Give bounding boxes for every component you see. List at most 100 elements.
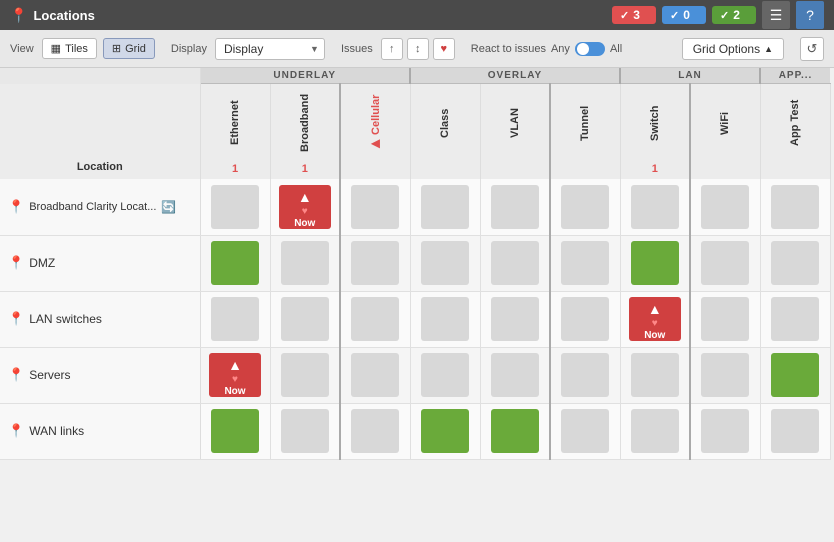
cell-servers-switch[interactable] (620, 347, 690, 403)
table-row: 📍 DMZ (0, 235, 830, 291)
grid-icon: ⊞ (112, 42, 121, 55)
check-icon-red: ✓ (620, 9, 629, 22)
cell-servers-broadband[interactable] (270, 347, 340, 403)
menu-icon[interactable]: ☰ (762, 1, 790, 29)
cell-lan-class[interactable] (410, 291, 480, 347)
toolbar: View ▦ Tiles ⊞ Grid Display Display Seve… (0, 30, 834, 68)
grid-options-button[interactable]: Grid Options ▲ (682, 38, 784, 60)
cell-dmz-apptest[interactable] (760, 235, 830, 291)
cell-lan-ethernet[interactable] (200, 291, 270, 347)
location-cell-lan: 📍 LAN switches (0, 291, 200, 347)
cell-lan-tunnel[interactable] (550, 291, 620, 347)
tiles-icon: ▦ (51, 42, 61, 55)
cell-lan-switch[interactable]: ▲ ♥ Now (620, 291, 690, 347)
toggle-knob (577, 43, 589, 55)
badge-issues-0[interactable]: ✓ 0 (662, 6, 706, 24)
cell-broadband-cellular[interactable] (340, 179, 410, 235)
cell-dmz-cellular[interactable] (340, 235, 410, 291)
cell-broadband-wifi[interactable] (690, 179, 760, 235)
cell-wan-ethernet[interactable] (200, 403, 270, 459)
issue-both-icon[interactable]: ↕ (407, 38, 429, 60)
check-icon-blue: ✓ (670, 9, 679, 22)
cell-dmz-ethernet[interactable] (200, 235, 270, 291)
data-grid: UNDERLAY OVERLAY LAN APP... Location (0, 68, 831, 460)
display-label: Display (171, 43, 207, 55)
location-column-header: Location (0, 84, 200, 180)
cell-dmz-wifi[interactable] (690, 235, 760, 291)
cell-wan-wifi[interactable] (690, 403, 760, 459)
cell-lan-apptest[interactable] (760, 291, 830, 347)
cell-servers-tunnel[interactable] (550, 347, 620, 403)
cell-servers-cellular[interactable] (340, 347, 410, 403)
location-icon: 📍 (10, 7, 27, 24)
col-header-class: Class (410, 84, 480, 180)
header-title: Locations (33, 8, 94, 23)
pin-icon-broadband: 📍 (8, 199, 24, 215)
cell-broadband-switch[interactable] (620, 179, 690, 235)
pin-icon-servers: 📍 (8, 367, 24, 383)
header-bar: 📍 Locations ✓ 3 ✓ 0 ✓ 2 ☰ ? (0, 0, 834, 30)
cell-wan-apptest[interactable] (760, 403, 830, 459)
cell-lan-broadband[interactable] (270, 291, 340, 347)
cell-broadband-vlan[interactable] (480, 179, 550, 235)
cell-wan-broadband[interactable] (270, 403, 340, 459)
cell-lan-cellular[interactable] (340, 291, 410, 347)
issues-section: Issues ↑ ↕ ♥ (341, 38, 455, 60)
check-icon-green: ✓ (720, 9, 729, 22)
cell-dmz-tunnel[interactable] (550, 235, 620, 291)
badge-issues-3[interactable]: ✓ 3 (612, 6, 656, 24)
cell-wan-cellular[interactable] (340, 403, 410, 459)
table-row: 📍 Broadband Clarity Locat... 🔄 ▲ ♥ Now (0, 179, 830, 235)
col-header-ethernet: Ethernet 1 (200, 84, 270, 180)
chevron-up-icon: ▲ (764, 44, 773, 54)
col-header-switch: Switch 1 (620, 84, 690, 180)
refresh-button[interactable]: ↺ (800, 37, 824, 61)
col-header-tunnel: Tunnel (550, 84, 620, 180)
cell-servers-ethernet[interactable]: ▲ ♥ Now (200, 347, 270, 403)
display-select-wrapper: Display Severity Count (215, 38, 325, 60)
sync-icon: 🔄 (161, 200, 176, 214)
grid-label: Grid (125, 43, 146, 55)
cell-dmz-vlan[interactable] (480, 235, 550, 291)
cell-broadband-class[interactable] (410, 179, 480, 235)
cell-dmz-switch[interactable] (620, 235, 690, 291)
cell-broadband-broadband[interactable]: ▲ ♥ Now (270, 179, 340, 235)
cell-wan-class[interactable] (410, 403, 480, 459)
cell-servers-wifi[interactable] (690, 347, 760, 403)
col-header-cellular: ▶ Cellular (340, 84, 410, 180)
grid-area: UNDERLAY OVERLAY LAN APP... Location (0, 68, 834, 460)
cell-wan-switch[interactable] (620, 403, 690, 459)
issue-heart-icon[interactable]: ♥ (433, 38, 455, 60)
cell-broadband-tunnel[interactable] (550, 179, 620, 235)
grid-button[interactable]: ⊞ Grid (103, 38, 155, 59)
grid-options-label: Grid Options (693, 42, 760, 56)
cell-broadband-ethernet[interactable] (200, 179, 270, 235)
col-header-broadband: Broadband 1 (270, 84, 340, 180)
display-section: Display Display Severity Count (171, 38, 325, 60)
issue-up-icon[interactable]: ↑ (381, 38, 403, 60)
display-select[interactable]: Display Severity Count (215, 38, 325, 60)
app-root: 📍 Locations ✓ 3 ✓ 0 ✓ 2 ☰ ? View ▦ Tiles (0, 0, 834, 460)
table-row: 📍 Servers ▲ ♥ Now (0, 347, 830, 403)
cell-lan-wifi[interactable] (690, 291, 760, 347)
badge-issues-2[interactable]: ✓ 2 (712, 6, 756, 24)
react-label: React to issues (471, 43, 546, 55)
cell-lan-vlan[interactable] (480, 291, 550, 347)
view-label: View (10, 43, 34, 55)
tiles-button[interactable]: ▦ Tiles (42, 38, 97, 59)
lan-section-header: LAN (620, 68, 760, 84)
cell-servers-class[interactable] (410, 347, 480, 403)
issues-label: Issues (341, 43, 373, 55)
overlay-section-header: OVERLAY (410, 68, 620, 84)
cell-dmz-broadband[interactable] (270, 235, 340, 291)
col-header-wifi: WiFi (690, 84, 760, 180)
cell-broadband-apptest[interactable] (760, 179, 830, 235)
cell-wan-tunnel[interactable] (550, 403, 620, 459)
cell-wan-vlan[interactable] (480, 403, 550, 459)
cell-dmz-class[interactable] (410, 235, 480, 291)
react-toggle[interactable] (575, 42, 605, 56)
refresh-icon: ↺ (807, 41, 818, 57)
cell-servers-apptest[interactable] (760, 347, 830, 403)
help-icon[interactable]: ? (796, 1, 824, 29)
cell-servers-vlan[interactable] (480, 347, 550, 403)
